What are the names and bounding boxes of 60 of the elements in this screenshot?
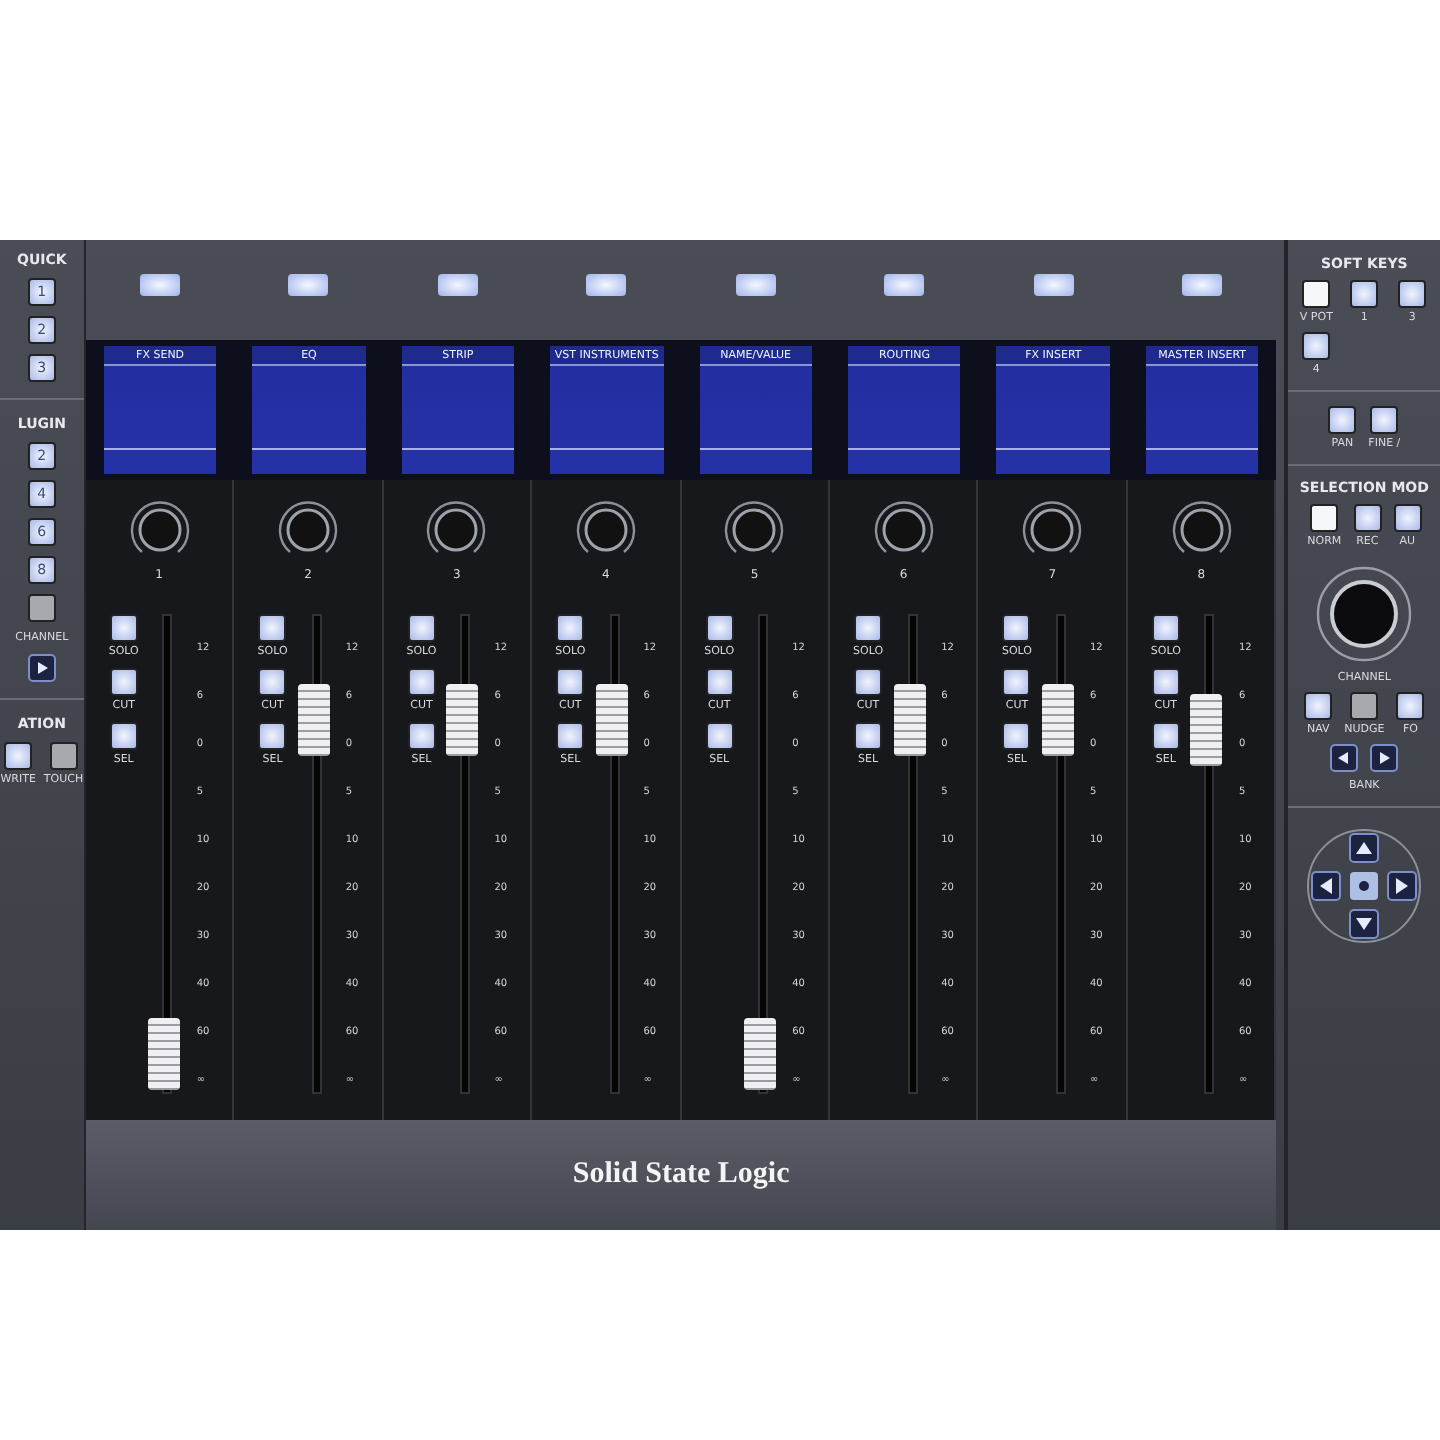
channel-key[interactable] [109,614,138,642]
fader-handle[interactable] [744,1017,777,1090]
channel-key[interactable] [109,668,138,696]
display-select-key[interactable] [288,274,329,296]
channel-key[interactable] [407,668,436,696]
brand-logo-text: Solid State Logic [572,1158,790,1192]
nav-key[interactable] [1396,692,1425,720]
fader-handle[interactable] [893,684,926,757]
channel-key[interactable] [258,722,287,750]
left-arrow-button-icon[interactable] [1330,744,1359,772]
nav-key[interactable] [1350,692,1379,720]
channel-key[interactable] [109,722,138,750]
display-select-key[interactable] [1182,274,1223,296]
channel-key[interactable] [705,668,734,696]
mode-key[interactable] [1328,406,1357,434]
channel-key[interactable] [1151,668,1180,696]
channel-key[interactable] [854,668,883,696]
channel-key[interactable] [258,668,287,696]
channel-key[interactable] [407,722,436,750]
play-button-icon[interactable] [27,654,56,682]
fader-handle[interactable] [446,684,479,757]
display-select-key[interactable] [586,274,627,296]
fader-handle[interactable] [595,684,628,757]
channel-key[interactable] [27,594,56,622]
display-select-key[interactable] [735,274,776,296]
channel-key[interactable] [854,614,883,642]
channel-key[interactable] [556,668,585,696]
right-arrow-button-icon[interactable] [1370,744,1399,772]
selection-key[interactable] [1310,504,1339,532]
channel-key[interactable] [705,722,734,750]
channel-key[interactable] [258,614,287,642]
automation-key[interactable] [4,742,33,770]
display-select-key[interactable] [437,274,478,296]
channel-key[interactable] [1151,722,1180,750]
channel-key[interactable] [556,722,585,750]
fader-handle[interactable] [1042,684,1074,757]
selection-key[interactable] [1353,504,1382,532]
soft-key[interactable] [1398,280,1427,308]
channel-key[interactable] [556,614,585,642]
fader-handle[interactable] [297,684,330,757]
fader-handle[interactable] [148,1017,181,1090]
nav-key[interactable] [1304,692,1333,720]
mode-key[interactable] [1370,406,1399,434]
channel-key[interactable] [1002,668,1031,696]
soft-key[interactable] [1302,280,1331,308]
automation-key[interactable] [49,742,78,770]
channel-key[interactable] [1002,614,1031,642]
channel-key[interactable] [407,614,436,642]
soft-key[interactable] [1302,332,1331,360]
display-select-key[interactable] [884,274,925,296]
channel-key[interactable] [1151,614,1180,642]
jog-wheel-icon[interactable] [1314,564,1415,664]
fader-handle[interactable] [1190,694,1223,767]
channel-key[interactable] [854,722,883,750]
channel-key[interactable] [705,614,734,642]
display-select-key[interactable] [140,274,181,296]
soft-key[interactable] [1350,280,1379,308]
channel-key[interactable] [1002,722,1031,750]
display-select-key[interactable] [1033,274,1074,296]
selection-key[interactable] [1393,504,1422,532]
